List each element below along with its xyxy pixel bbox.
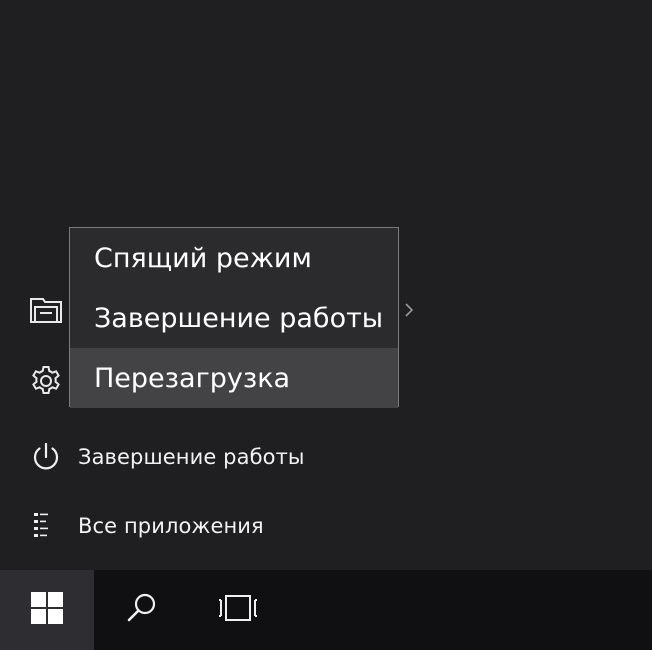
taskbar	[0, 570, 652, 650]
search-icon	[124, 590, 160, 630]
task-view-icon	[216, 592, 260, 628]
windows-logo-icon	[30, 591, 64, 629]
chevron-right-icon	[402, 300, 416, 320]
start-button[interactable]	[0, 570, 94, 650]
power-icon	[28, 439, 64, 475]
shutdown-menu-item-label: Завершение работы	[94, 302, 384, 334]
restart-menu-item[interactable]: Перезагрузка	[70, 348, 398, 408]
sidebar-item-all-apps[interactable]: Все приложения	[0, 499, 360, 553]
gear-icon	[28, 363, 64, 399]
sidebar-item-label: Завершение работы	[78, 445, 305, 469]
power-options-menu: Спящий режим Завершение работы Перезагру…	[69, 227, 399, 408]
search-button[interactable]	[94, 570, 190, 650]
shutdown-menu-item[interactable]: Завершение работы	[70, 288, 398, 348]
sleep-menu-item-label: Спящий режим	[94, 242, 312, 274]
sleep-menu-item[interactable]: Спящий режим	[70, 228, 398, 288]
sidebar-item-file-explorer[interactable]	[0, 283, 69, 337]
start-menu-panel: Завершение работы Все приложения Спящий …	[0, 0, 652, 570]
restart-menu-item-label: Перезагрузка	[94, 362, 291, 394]
sidebar-item-label: Все приложения	[78, 514, 264, 538]
sidebar-item-settings[interactable]	[0, 354, 69, 408]
task-view-button[interactable]	[190, 570, 286, 650]
all-apps-icon	[28, 508, 64, 544]
sidebar-item-power[interactable]: Завершение работы	[0, 430, 360, 484]
file-explorer-icon	[28, 292, 64, 328]
